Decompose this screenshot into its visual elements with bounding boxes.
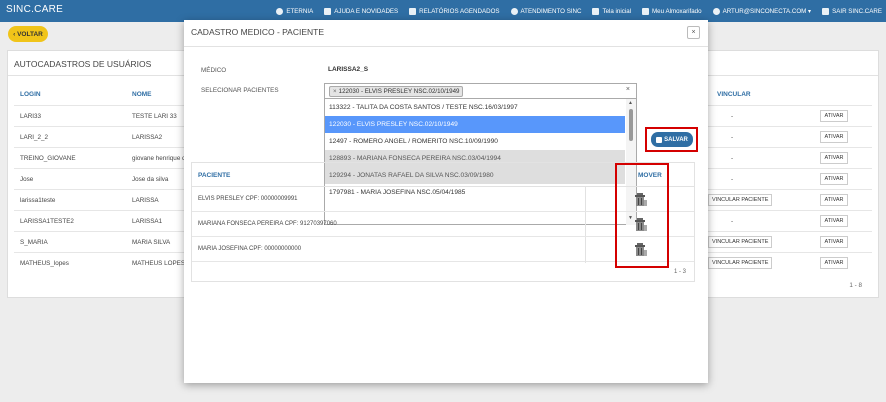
cell-login: LARI33 [20,113,42,120]
cell-nome: LARISSA2 [132,134,163,141]
vincular-paciente-button[interactable]: VINCULAR PACIENTE [708,194,773,206]
ativar-button[interactable]: ATIVAR [820,152,848,164]
header-paciente: PACIENTE [198,172,231,179]
cell-nome: MATHEUS LOPES [132,260,186,267]
header-vincular: VINCULAR [717,91,751,98]
panel-title: AUTOCADASTROS DE USUÁRIOS [14,59,152,69]
calendar-icon [409,7,417,15]
selected-patient-tag: × 122030 - ELVIS PRESLEY NSC.02/10/1949 [329,86,464,97]
dropdown-option-active[interactable]: 122030 - ELVIS PRESLEY NSC.02/10/1949 [325,116,625,133]
cell-login: LARI_2_2 [20,134,49,141]
cell-nome: LARISSA [132,197,159,204]
cell-login: larissa1teste [20,197,56,204]
brand-logo[interactable]: SINC.CARE [6,4,63,15]
scroll-up-icon[interactable]: ▲ [628,100,633,106]
cell-login: TREINO_GIOVANE [20,155,76,162]
cell-vincular: - [731,134,734,141]
header-login: LOGIN [20,91,41,98]
table-pagination-info: 1 - 3 [673,269,686,275]
clear-icon[interactable]: × [626,86,630,93]
highlight-box-remove [615,163,669,268]
dropdown-option[interactable]: 12497 - ROMERO ANGEL / ROMERITO NSC.10/0… [325,133,625,150]
nav-item-tela-inicial[interactable]: Tela inicial [592,7,632,15]
vincular-paciente-button[interactable]: VINCULAR PACIENTE [708,236,773,248]
tag-label: 122030 - ELVIS PRESLEY NSC.02/10/1949 [338,88,460,95]
cell-nome: TESTE LARI 33 [132,113,177,120]
pagination-info: 1 - 8 [849,282,862,289]
cell-vincular: - [731,155,734,162]
tag-remove-icon[interactable]: × [333,88,337,95]
nav-items: ETERNIA AJUDA E NOVIDADES RELATÓRIOS AGE… [265,0,882,22]
ativar-button[interactable]: ATIVAR [820,131,848,143]
select-pacientes-label: SELECIONAR PACIENTES [201,87,279,94]
nav-item-atendimento[interactable]: ATENDIMENTO SINC [510,7,582,15]
nav-item-almoxarifado[interactable]: Meu Almoxarifado [642,7,702,15]
ativar-button[interactable]: ATIVAR [820,194,848,206]
medico-label: MÉDICO [201,67,227,74]
ativar-button[interactable]: ATIVAR [820,110,848,122]
nav-label: SAIR SINC.CARE [832,7,882,15]
header-nome: NOME [132,91,152,98]
edit-icon [642,7,650,15]
cell-nome: Jose da silva [132,176,169,183]
user-icon [712,7,720,15]
cell-vincular: - [731,113,734,120]
cell-login: LARISSA1TESTE2 [20,218,74,225]
nav-label: ATENDIMENTO SINC [520,7,582,15]
ativar-button[interactable]: ATIVAR [820,215,848,227]
cell-nome: MARIA SILVA [132,239,171,246]
modal-title: CADASTRO MEDICO - PACIENTE [191,27,325,37]
patient-cell: MARIANA FONSECA PEREIRA CPF: 91270397060 [198,221,337,227]
cell-nome: giovane henrique d [132,155,186,162]
ativar-button[interactable]: ATIVAR [820,236,848,248]
scrollbar-thumb[interactable] [629,109,633,141]
cadastro-medico-paciente-modal: CADASTRO MEDICO - PACIENTE × MÉDICO LARI… [184,20,708,383]
nav-label: Meu Almoxarifado [652,7,702,15]
cell-login: Jose [20,176,34,183]
cell-vincular: - [731,218,734,225]
signout-icon [822,7,830,15]
rss-icon [324,7,332,15]
ativar-button[interactable]: ATIVAR [820,173,848,185]
patient-cell: MARIA JOSEFINA CPF: 00000000000 [198,246,302,252]
nav-item-sair[interactable]: SAIR SINC.CARE [822,7,882,15]
nav-item-eternia[interactable]: ETERNIA [276,7,314,15]
ativar-button[interactable]: ATIVAR [820,257,848,269]
nav-item-relatorios[interactable]: RELATÓRIOS AGENDADOS [409,7,500,15]
home-icon [592,7,600,15]
cell-nome: LARISSA1 [132,218,163,225]
close-button[interactable]: × [687,26,700,39]
nav-label: Tela inicial [602,7,632,15]
cell-vincular: - [731,176,734,183]
nav-item-ajuda[interactable]: AJUDA E NOVIDADES [324,7,399,15]
medico-value: LARISSA2_S [328,66,369,73]
nav-item-user-menu[interactable]: ARTUR@SINCONECTA.COM ▾ [712,7,812,15]
cell-login: S_MARIA [20,239,48,246]
vincular-paciente-button[interactable]: VINCULAR PACIENTE [708,257,773,269]
patient-cell: ELVIS PRESLEY CPF: 00000009991 [198,196,298,202]
pacientes-multiselect[interactable]: × 122030 - ELVIS PRESLEY NSC.02/10/1949 … [324,83,637,99]
cell-login: MATHEUS_lopes [20,260,69,267]
highlight-box-save [645,127,698,152]
info-icon [510,7,518,15]
dropdown-option[interactable]: 113322 - TALITA DA COSTA SANTOS / TESTE … [325,99,625,116]
chat-icon [276,7,284,15]
top-navbar: SINC.CARE ETERNIA AJUDA E NOVIDADES RELA… [0,0,886,22]
nav-label: ARTUR@SINCONECTA.COM ▾ [722,7,812,15]
back-button[interactable]: ‹ VOLTAR [8,26,48,42]
nav-label: ETERNIA [286,7,314,15]
nav-label: RELATÓRIOS AGENDADOS [419,7,500,15]
nav-label: AJUDA E NOVIDADES [334,7,399,15]
modal-divider [184,46,708,47]
